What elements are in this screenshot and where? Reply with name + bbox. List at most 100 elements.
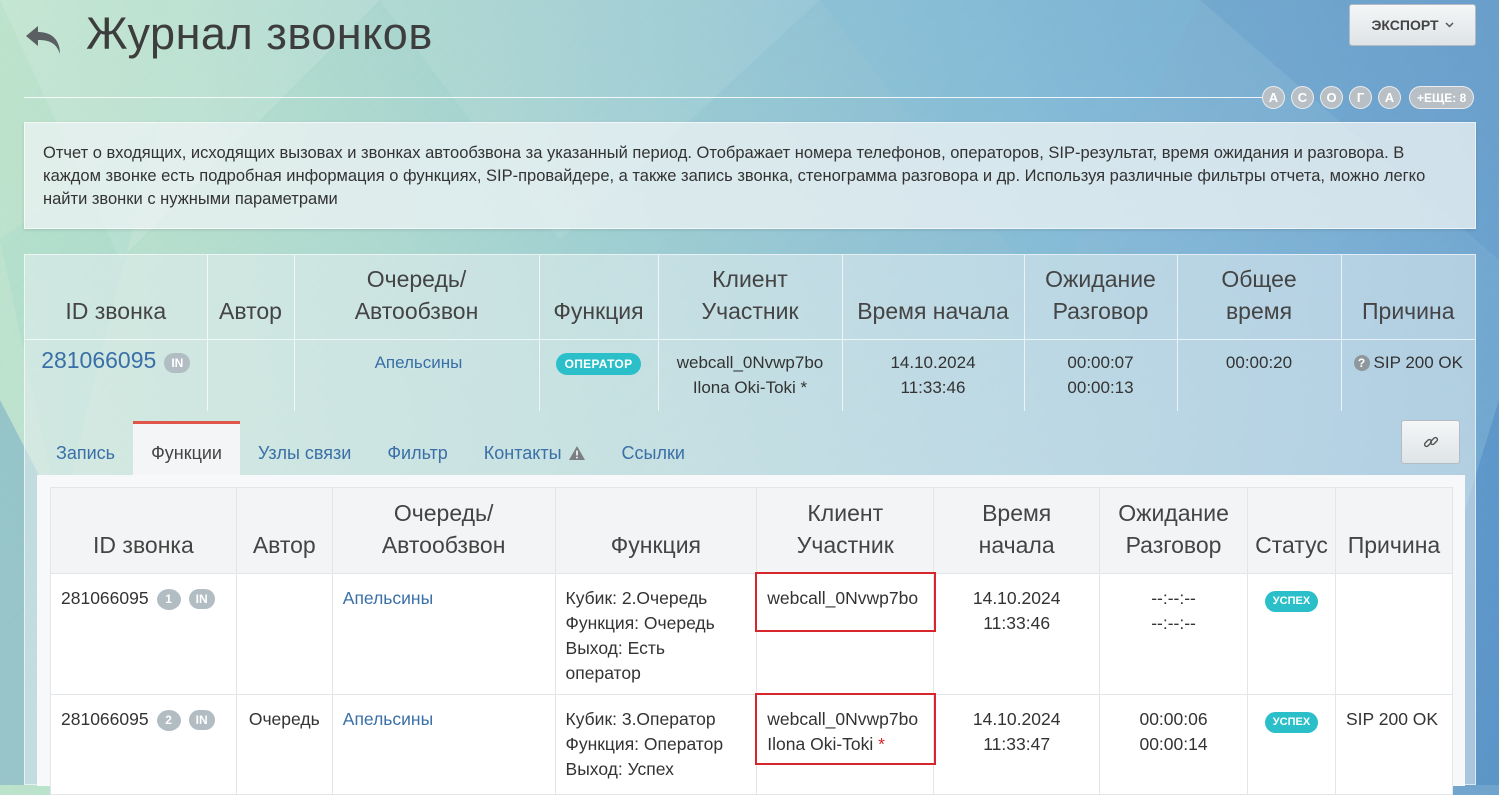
function-badge: ОПЕРАТОР: [555, 352, 642, 375]
author-cell: [207, 338, 295, 411]
start-date: 14.10.2024: [972, 709, 1061, 729]
talk-time: 00:00:14: [1139, 734, 1208, 754]
col-reason[interactable]: Причина: [1341, 255, 1475, 339]
start-date: 14.10.2024: [972, 588, 1061, 608]
col-author[interactable]: Автор: [207, 255, 295, 339]
table-row: 281066095 2 IN Очередь Апельсины Кубик: 3.…: [50, 693, 1454, 795]
participant-mark: *: [878, 734, 885, 754]
col-start-time[interactable]: Время начала: [842, 255, 1025, 339]
status-badge: УСПЕХ: [1264, 591, 1319, 612]
col-wait-line1: Ожидание: [1045, 265, 1156, 292]
functions-table: ID звонка Автор Очередь/Автообзвон Функц…: [50, 487, 1454, 795]
col-queue-line2: Автообзвон: [381, 532, 506, 558]
participant-name: Ilona Oki-Toki *: [692, 377, 808, 397]
tab-functions[interactable]: Функции: [133, 421, 240, 475]
avatar[interactable]: С: [1291, 86, 1314, 109]
reason-cell: [1334, 573, 1454, 695]
tab-filter[interactable]: Фильтр: [369, 421, 465, 475]
col-total[interactable]: Общее время: [1177, 255, 1342, 339]
page-title: Журнал звонков: [86, 8, 433, 59]
call-id: 281066095: [61, 709, 149, 729]
col-wait-line2: Разговор: [1125, 532, 1222, 558]
help-icon[interactable]: ?: [1353, 354, 1370, 371]
col-queue[interactable]: Очередь/Автообзвон: [294, 255, 540, 339]
tab-links[interactable]: Ссылки: [604, 421, 703, 475]
avatar[interactable]: А: [1378, 86, 1401, 109]
start-time: 11:33:46: [900, 377, 966, 397]
avatar[interactable]: О: [1320, 86, 1343, 109]
tab-recording[interactable]: Запись: [38, 421, 133, 475]
main-call-table: ID звонка Автор Очередь/Автообзвон Функц…: [25, 255, 1475, 411]
queue-link[interactable]: Апельсины: [375, 353, 463, 372]
col-status[interactable]: Статус: [1247, 487, 1336, 574]
report-description: Отчет о входящих, исходящих вызовах и зв…: [24, 122, 1476, 229]
direction-badge: IN: [188, 710, 215, 731]
client-name: webcall_0Nvwp7bo: [767, 709, 919, 729]
tab-contacts[interactable]: Контакты: [466, 421, 604, 475]
col-queue[interactable]: Очередь/Автообзвон: [331, 487, 556, 574]
col-client-line2: Участник: [796, 532, 894, 558]
export-button[interactable]: ЭКСПОРТ: [1349, 4, 1476, 46]
col-start-line1: Время: [982, 500, 1052, 526]
call-details-panel: ID звонка Автор Очередь/Автообзвон Функц…: [24, 254, 1476, 795]
function-cube: Кубик: 2.Очередь: [565, 588, 708, 608]
back-arrow-icon[interactable]: [22, 20, 66, 60]
participant-name: Ilona Oki-Toki: [767, 734, 874, 754]
col-client[interactable]: Клиент Участник: [658, 255, 843, 339]
col-reason[interactable]: Причина: [1334, 487, 1454, 574]
col-call-id[interactable]: ID звонка: [50, 487, 237, 574]
function-exit-cont: оператор: [565, 663, 641, 683]
warning-icon: [568, 446, 585, 460]
function-name: Функция: Очередь: [565, 613, 715, 633]
copy-link-button[interactable]: [1401, 420, 1460, 464]
avatar[interactable]: А: [1262, 86, 1285, 109]
step-badge: 1: [156, 588, 181, 610]
col-start-line2: начала: [978, 532, 1055, 558]
avatar[interactable]: Г: [1349, 86, 1372, 109]
col-wait-line1: Ожидание: [1118, 500, 1229, 526]
col-wait[interactable]: Ожидание Разговор: [1024, 255, 1178, 339]
col-client-line1: Клиент: [807, 500, 884, 526]
function-cube: Кубик: 3.Оператор: [565, 709, 716, 729]
more-users-badge[interactable]: +ЕЩЕ: 8: [1409, 86, 1475, 109]
tab-nodes[interactable]: Узлы связи: [240, 421, 369, 475]
col-wait[interactable]: Ожидание Разговор: [1099, 487, 1248, 574]
chevron-down-icon: [1445, 22, 1454, 28]
col-function[interactable]: Функция: [539, 255, 659, 339]
col-call-id[interactable]: ID звонка: [25, 255, 208, 339]
call-id: 281066095: [61, 588, 149, 608]
status-badge: УСПЕХ: [1264, 712, 1319, 733]
col-wait-line2: Разговор: [1052, 297, 1149, 324]
function-name: Функция: Оператор: [565, 734, 724, 754]
talk-time: 00:00:13: [1067, 377, 1134, 397]
author-cell: Очередь: [235, 694, 333, 795]
col-total-line1: Общее: [1221, 265, 1297, 292]
col-start-time[interactable]: Время начала: [933, 487, 1101, 574]
reason-cell: SIP 200 OK: [1334, 694, 1454, 795]
col-author[interactable]: Автор: [235, 487, 333, 574]
queue-link[interactable]: Апельсины: [343, 588, 433, 608]
direction-badge: IN: [188, 589, 215, 610]
call-id-link[interactable]: 281066095: [41, 347, 156, 373]
functions-panel: ID звонка Автор Очередь/Автообзвон Функц…: [37, 475, 1465, 795]
author-cell: [235, 573, 333, 695]
function-exit: Выход: Успех: [565, 759, 674, 779]
step-badge: 2: [156, 709, 181, 731]
col-function[interactable]: Функция: [554, 487, 758, 574]
wait-time: 00:00:06: [1139, 709, 1208, 729]
highlight-box: [755, 693, 937, 765]
functions-table-header: ID звонка Автор Очередь/Автообзвон Функц…: [50, 487, 1454, 574]
wait-time: 00:00:07: [1067, 352, 1134, 372]
details-tabs-area: Запись Функции Узлы связи Фильтр Контакт…: [26, 411, 1475, 795]
col-client-line1: Клиент: [712, 265, 788, 292]
direction-badge: IN: [164, 353, 191, 374]
start-date: 14.10.2024: [890, 352, 976, 372]
col-total-line2: время: [1225, 297, 1293, 324]
export-label: ЭКСПОРТ: [1371, 17, 1439, 33]
user-avatars: А С О Г А +ЕЩЕ: 8: [1262, 86, 1475, 109]
table-row: 281066095 1 IN Апельсины Кубик: 2.Очередь Ф…: [50, 572, 1454, 695]
function-exit: Выход: Есть: [565, 638, 665, 658]
col-client[interactable]: Клиент Участник: [756, 487, 935, 574]
queue-link[interactable]: Апельсины: [343, 709, 433, 729]
total-time: 00:00:20: [1177, 338, 1342, 411]
